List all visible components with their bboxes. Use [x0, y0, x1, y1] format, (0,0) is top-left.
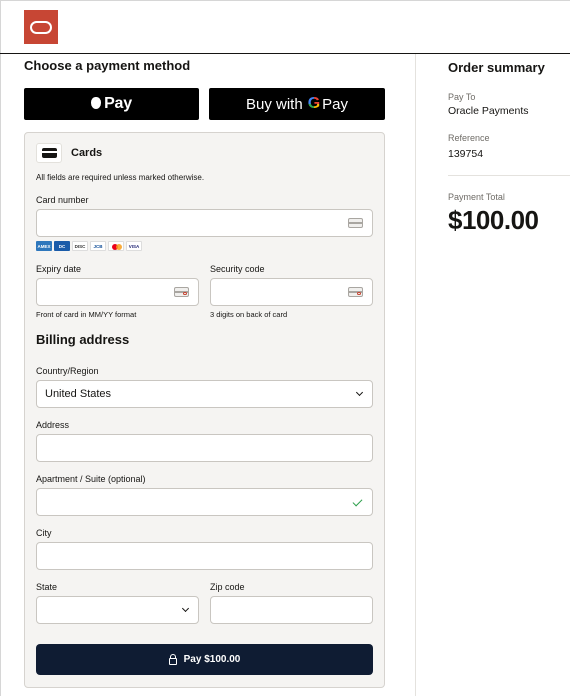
card-number-input[interactable] [36, 209, 373, 237]
summary-divider [448, 175, 570, 176]
cards-title: Cards [71, 147, 103, 159]
payment-total-label: Payment Total [448, 192, 505, 202]
country-value: United States [45, 388, 112, 400]
zip-input[interactable] [210, 596, 373, 624]
expiry-input[interactable] [36, 278, 199, 306]
reference-label: Reference [448, 133, 490, 143]
cards-header: Cards [36, 143, 102, 163]
country-select[interactable]: United States [36, 380, 373, 408]
discover-icon: DISC [72, 241, 88, 251]
chevron-down-icon [355, 388, 364, 397]
address-label: Address [36, 420, 70, 430]
card-brands: AMEX DC DISC JCB VISA [36, 241, 142, 251]
card-panel: Cards All fields are required unless mar… [24, 132, 385, 688]
security-code-label: Security code [210, 264, 265, 274]
apple-logo-icon [91, 97, 102, 109]
card-front-icon [174, 287, 189, 297]
state-label: State [36, 582, 58, 592]
chevron-down-icon [181, 604, 190, 613]
visa-icon: VISA [126, 241, 142, 251]
reference-value: 139754 [448, 148, 484, 160]
logo-ring [30, 21, 52, 34]
pay-button-label: Pay $100.00 [183, 654, 241, 665]
pay-to-label: Pay To [448, 92, 476, 102]
card-number-label: Card number [36, 195, 89, 205]
city-input[interactable] [36, 542, 373, 570]
card-placeholder-icon [348, 218, 363, 228]
expiry-helper: Front of card in MM/YY format [36, 310, 137, 319]
check-icon [352, 496, 363, 507]
google-g-icon: G [307, 95, 321, 112]
expiry-label: Expiry date [36, 264, 82, 274]
card-back-icon [348, 287, 363, 297]
jcb-icon: JCB [90, 241, 106, 251]
address-input[interactable] [36, 434, 373, 462]
country-label: Country/Region [36, 366, 99, 376]
city-label: City [36, 528, 52, 538]
header [0, 0, 570, 54]
apartment-label: Apartment / Suite (optional) [36, 474, 146, 484]
security-code-input[interactable] [210, 278, 373, 306]
lock-icon [168, 654, 177, 665]
column-divider [415, 54, 416, 696]
oracle-logo-icon[interactable] [24, 10, 58, 44]
zip-label: Zip code [210, 582, 245, 592]
apple-pay-label: Pay [104, 95, 132, 112]
google-pay-prefix: Buy with [245, 95, 303, 113]
mastercard-icon [108, 241, 124, 251]
google-pay-button[interactable]: Buy with G Pay [209, 88, 385, 120]
apple-pay-button[interactable]: Pay [24, 88, 199, 120]
summary-title: Order summary [448, 60, 545, 75]
security-code-helper: 3 digits on back of card [210, 310, 288, 319]
pay-button[interactable]: Pay $100.00 [36, 644, 373, 675]
payment-total-value: $100.00 [448, 205, 539, 235]
credit-card-icon [36, 143, 62, 163]
billing-title: Billing address [36, 332, 130, 347]
section-title: Choose a payment method [24, 58, 191, 73]
diners-club-icon: DC [54, 241, 70, 251]
amex-icon: AMEX [36, 241, 52, 251]
google-pay-suffix: Pay [322, 95, 348, 113]
state-select[interactable] [36, 596, 199, 624]
apartment-input[interactable] [36, 488, 373, 516]
google-pay-text: Buy with G Pay [246, 95, 348, 113]
required-note: All fields are required unless marked ot… [36, 173, 205, 182]
pay-to-value: Oracle Payments [448, 105, 529, 117]
